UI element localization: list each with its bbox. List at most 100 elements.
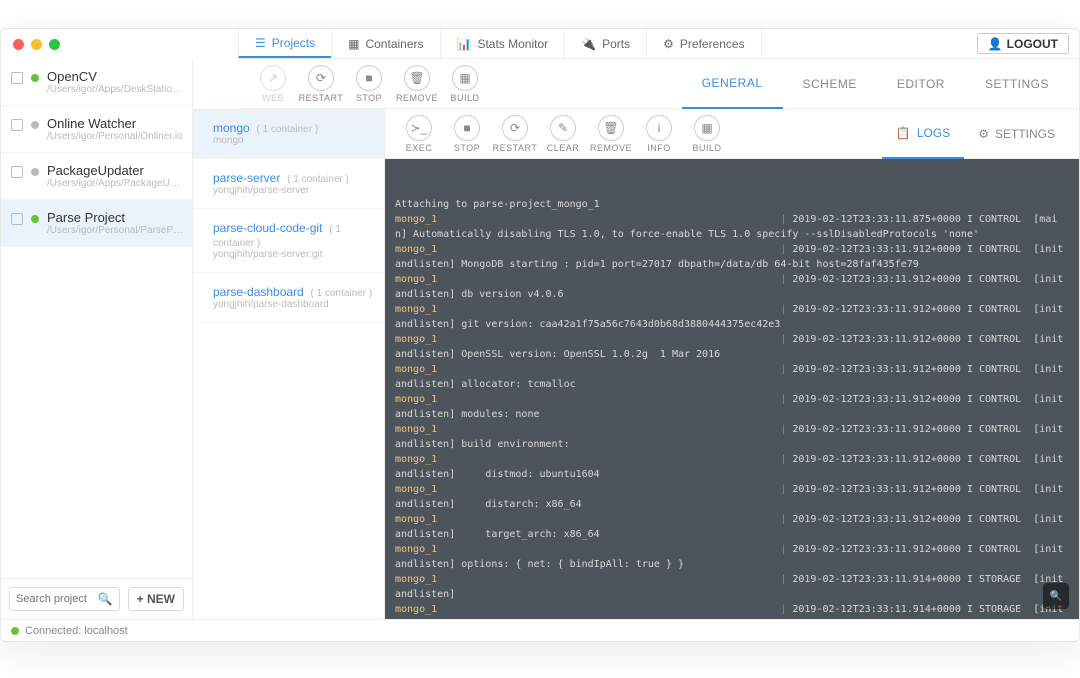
subtab-editor[interactable]: EDITOR (877, 59, 965, 109)
connection-status-icon (11, 627, 19, 635)
log-line: mongo_1 | 2019-02-12T23:33:11.875+0000 I… (395, 212, 1069, 242)
log-line: mongo_1 | 2019-02-12T23:33:11.912+0000 I… (395, 332, 1069, 362)
project-path: /Users/igor/Personal/Onliner.io (47, 131, 183, 142)
project-item[interactable]: PackageUpdater/Users/igor/Apps/PackageUp… (1, 153, 192, 200)
remove-button[interactable]: 🗑REMOVE (393, 65, 441, 103)
log-line: mongo_1 | 2019-02-12T23:33:11.912+0000 I… (395, 392, 1069, 422)
status-dot-icon (31, 168, 39, 176)
sliders-icon: ⚙ (663, 37, 674, 51)
container-name: mongo (213, 121, 250, 135)
refresh-icon: ⟳ (510, 121, 520, 135)
log-line: mongo_1 | 2019-02-12T23:33:11.912+0000 I… (395, 482, 1069, 512)
project-checkbox[interactable] (11, 72, 23, 84)
container-item[interactable]: parse-cloud-code-git ( 1 container )yong… (193, 209, 384, 273)
project-sidebar: OpenCV/Users/igor/Apps/DeskStationSideOn… (1, 59, 193, 619)
broom-icon: ✎ (558, 121, 568, 135)
subtab-settings[interactable]: SETTINGS (965, 59, 1069, 109)
tab-preferences[interactable]: ⚙ Preferences (646, 29, 761, 58)
project-name: Online Watcher (47, 116, 183, 131)
container-list: mongo ( 1 container )mongoparse-server (… (193, 59, 385, 619)
external-link-icon: ↗ (268, 71, 278, 85)
tab-stats-monitor[interactable]: 📊 Stats Monitor (440, 29, 566, 58)
subtab-general[interactable]: GENERAL (682, 59, 783, 109)
status-bar: Connected: localhost (1, 619, 1079, 641)
project-checkbox[interactable] (11, 213, 23, 225)
status-dot-icon (31, 74, 39, 82)
project-item[interactable]: Parse Project/Users/igor/Personal/ParseP… (1, 200, 192, 247)
container-build-button[interactable]: ▦BUILD (683, 115, 731, 153)
log-line: mongo_1 | 2019-02-12T23:33:11.912+0000 I… (395, 272, 1069, 302)
container-item[interactable]: parse-server ( 1 container )yongjhih/par… (193, 159, 384, 209)
clear-button[interactable]: ✎CLEAR (539, 115, 587, 153)
build-button[interactable]: ▦BUILD (441, 65, 489, 103)
connection-status-text: Connected: localhost (25, 625, 128, 637)
log-line: mongo_1 | 2019-02-12T23:33:11.912+0000 I… (395, 512, 1069, 542)
exec-button[interactable]: ≻_EXEC (395, 115, 443, 153)
status-dot-icon (31, 121, 39, 129)
new-project-button[interactable]: + NEW (128, 587, 184, 611)
magnify-button[interactable]: 🔍 (1043, 583, 1069, 609)
log-line: mongo_1 | 2019-02-12T23:33:11.912+0000 I… (395, 362, 1069, 392)
project-name: Parse Project (47, 210, 184, 225)
container-count: ( 1 container ) (308, 288, 372, 299)
subtab-scheme[interactable]: SCHEME (783, 59, 877, 109)
refresh-icon: ⟳ (316, 71, 326, 85)
tab-ports[interactable]: 🔌 Ports (564, 29, 647, 58)
stop-button[interactable]: ■STOP (345, 65, 393, 103)
logout-button[interactable]: 👤 LOGOUT (977, 33, 1069, 54)
tab-containers[interactable]: ▦ Containers (331, 29, 440, 58)
container-name: parse-server (213, 171, 280, 185)
project-checkbox[interactable] (11, 166, 23, 178)
project-name: PackageUpdater (47, 163, 184, 178)
log-line: mongo_1 | 2019-02-12T23:33:11.912+0000 I… (395, 242, 1069, 272)
restart-button[interactable]: ⟳RESTART (297, 65, 345, 103)
container-image: yongjhih/parse-server (213, 185, 349, 196)
container-toolbar: ≻_EXEC ■STOP ⟳RESTART ✎CLEAR 🗑REMOVE iIN… (385, 109, 1079, 159)
trash-icon: 🗑 (409, 71, 424, 85)
info-button[interactable]: iINFO (635, 115, 683, 153)
container-name: parse-cloud-code-git (213, 221, 322, 235)
search-input[interactable] (16, 593, 98, 605)
project-toolbar: ↗WEB ⟳RESTART ■STOP 🗑REMOVE ▦BUILD GENER… (239, 59, 1079, 109)
container-item[interactable]: mongo ( 1 container )mongo (193, 109, 384, 159)
log-line: mongo_1 | 2019-02-12T23:33:11.914+0000 I… (395, 572, 1069, 602)
container-name: parse-dashboard (213, 285, 304, 299)
top-nav: ☰ Projects ▦ Containers 📊 Stats Monitor … (239, 29, 1079, 59)
subtab-logs[interactable]: 📋LOGS (882, 109, 964, 159)
container-item[interactable]: parse-dashboard ( 1 container )yongjhih/… (193, 273, 384, 323)
grid-icon: ▦ (348, 37, 359, 51)
maximize-window-button[interactable] (49, 39, 60, 50)
log-line: mongo_1 | 2019-02-12T23:33:11.912+0000 I… (395, 422, 1069, 452)
project-path: /Users/igor/Apps/DeskStationSide (47, 84, 184, 95)
user-icon: 👤 (988, 37, 1003, 51)
container-remove-button[interactable]: 🗑REMOVE (587, 115, 635, 153)
minimize-window-button[interactable] (31, 39, 42, 50)
list-icon: ☰ (255, 36, 266, 50)
search-project[interactable]: 🔍 (9, 587, 120, 611)
plug-icon: 🔌 (581, 37, 596, 51)
subtab-container-settings[interactable]: ⚙SETTINGS (964, 109, 1069, 159)
chart-icon: 📊 (457, 37, 472, 51)
project-item[interactable]: Online Watcher/Users/igor/Personal/Onlin… (1, 106, 192, 153)
close-window-button[interactable] (13, 39, 24, 50)
tab-projects[interactable]: ☰ Projects (238, 29, 332, 58)
project-path: /Users/igor/Apps/PackageUpdater (47, 178, 184, 189)
log-view[interactable]: Attaching to parse-project_mongo_1mongo_… (385, 159, 1079, 619)
project-path: /Users/igor/Personal/ParseProject (47, 225, 184, 236)
container-stop-button[interactable]: ■STOP (443, 115, 491, 153)
project-item[interactable]: OpenCV/Users/igor/Apps/DeskStationSide (1, 59, 192, 106)
search-icon: 🔍 (98, 592, 113, 606)
project-checkbox[interactable] (11, 119, 23, 131)
status-dot-icon (31, 215, 39, 223)
container-restart-button[interactable]: ⟳RESTART (491, 115, 539, 153)
log-line: mongo_1 | 2019-02-12T23:33:11.912+0000 I… (395, 302, 1069, 332)
trash-icon: 🗑 (603, 121, 618, 135)
search-icon: 🔍 (1050, 589, 1062, 604)
container-image: yongjhih/parse-server:git (213, 249, 374, 260)
stop-icon: ■ (463, 121, 470, 135)
web-button[interactable]: ↗WEB (249, 65, 297, 103)
project-name: OpenCV (47, 69, 184, 84)
container-count: ( 1 container ) (284, 174, 348, 185)
log-line: mongo_1 | 2019-02-12T23:33:11.912+0000 I… (395, 452, 1069, 482)
stop-icon: ■ (365, 71, 372, 85)
